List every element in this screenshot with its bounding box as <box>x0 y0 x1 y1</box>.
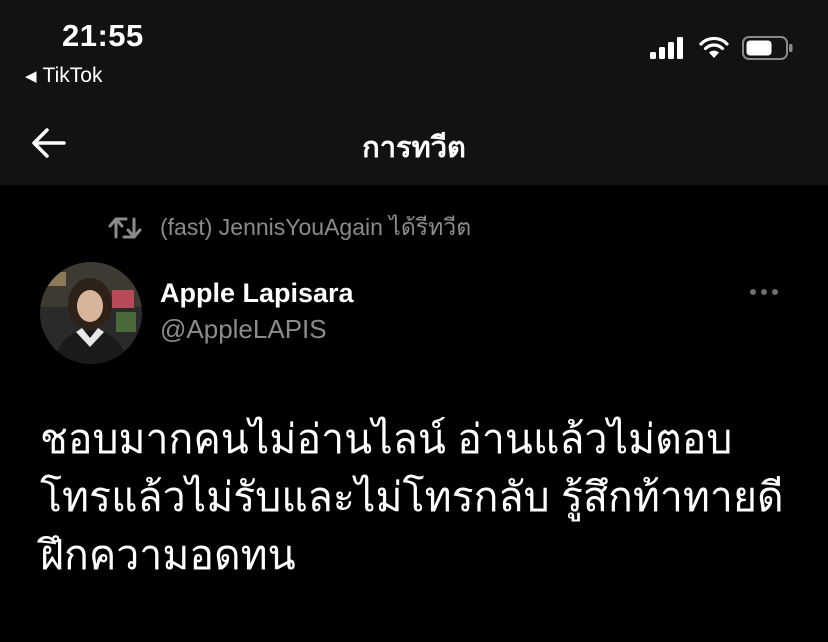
status-icons <box>650 36 794 60</box>
author-handle[interactable]: @AppleLAPIS <box>160 314 327 345</box>
tweet-line: โทรแล้วไม่รับและไม่โทรกลับ รู้สึกท้าทายด… <box>40 474 784 520</box>
dot <box>761 289 767 295</box>
clock-time: 21:55 <box>62 18 144 53</box>
avatar[interactable] <box>40 262 142 364</box>
back-to-app-link[interactable]: ◀ TikTok <box>25 64 102 88</box>
nav-bar: การทวีต <box>0 100 828 185</box>
status-bar: 21:55 ◀ TikTok <box>0 0 828 100</box>
battery-icon <box>742 36 793 60</box>
more-dots-icon[interactable] <box>750 282 790 302</box>
tweet-line: ฝึกความอดทน <box>40 532 296 578</box>
tweet-text: ชอบมากคนไม่อ่านไลน์ อ่านแล้วไม่ตอบ โทรแล… <box>40 410 810 584</box>
caret-left-icon: ◀ <box>25 68 37 85</box>
retweet-attribution[interactable]: (fast) JennisYouAgain ได้รีทวีต <box>108 210 471 246</box>
dot <box>750 289 756 295</box>
avatar-photo <box>40 262 142 364</box>
dot <box>772 289 778 295</box>
wifi-icon <box>699 36 729 58</box>
retweet-icon <box>108 217 142 239</box>
author-name[interactable]: Apple Lapisara <box>160 278 354 309</box>
page-title: การทวีต <box>362 132 466 164</box>
cellular-signal-icon <box>650 37 683 59</box>
tweet-line: ชอบมากคนไม่อ่านไลน์ อ่านแล้วไม่ตอบ <box>40 416 733 462</box>
back-app-label: TikTok <box>42 64 103 87</box>
retweet-label: (fast) JennisYouAgain ได้รีทวีต <box>160 214 472 240</box>
